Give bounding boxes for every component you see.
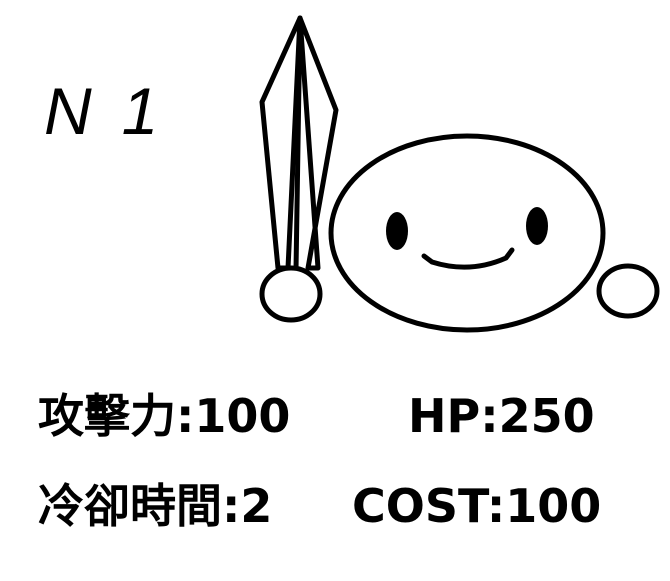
attack-stat: 攻擊力:100 xyxy=(38,393,290,439)
cost-stat: COST:100 xyxy=(352,483,601,529)
hp-value: 250 xyxy=(498,389,595,443)
sword-icon xyxy=(259,15,339,323)
slime-right-eye xyxy=(526,207,548,245)
cooldown-stat: 冷卻時間:2 xyxy=(38,483,272,529)
attack-value: 100 xyxy=(194,389,291,443)
cooldown-label: 冷卻時間: xyxy=(38,479,241,533)
slime-hand xyxy=(596,263,660,319)
cost-value: 100 xyxy=(505,479,602,533)
cooldown-value: 2 xyxy=(240,479,273,533)
hp-stat: HP:250 xyxy=(408,393,595,439)
slime-character-icon xyxy=(328,133,660,333)
slime-body xyxy=(328,133,606,333)
cost-label: COST: xyxy=(352,479,506,533)
slime-left-eye xyxy=(386,212,408,250)
attack-label: 攻擊力: xyxy=(38,389,195,443)
hp-label: HP: xyxy=(408,389,499,443)
